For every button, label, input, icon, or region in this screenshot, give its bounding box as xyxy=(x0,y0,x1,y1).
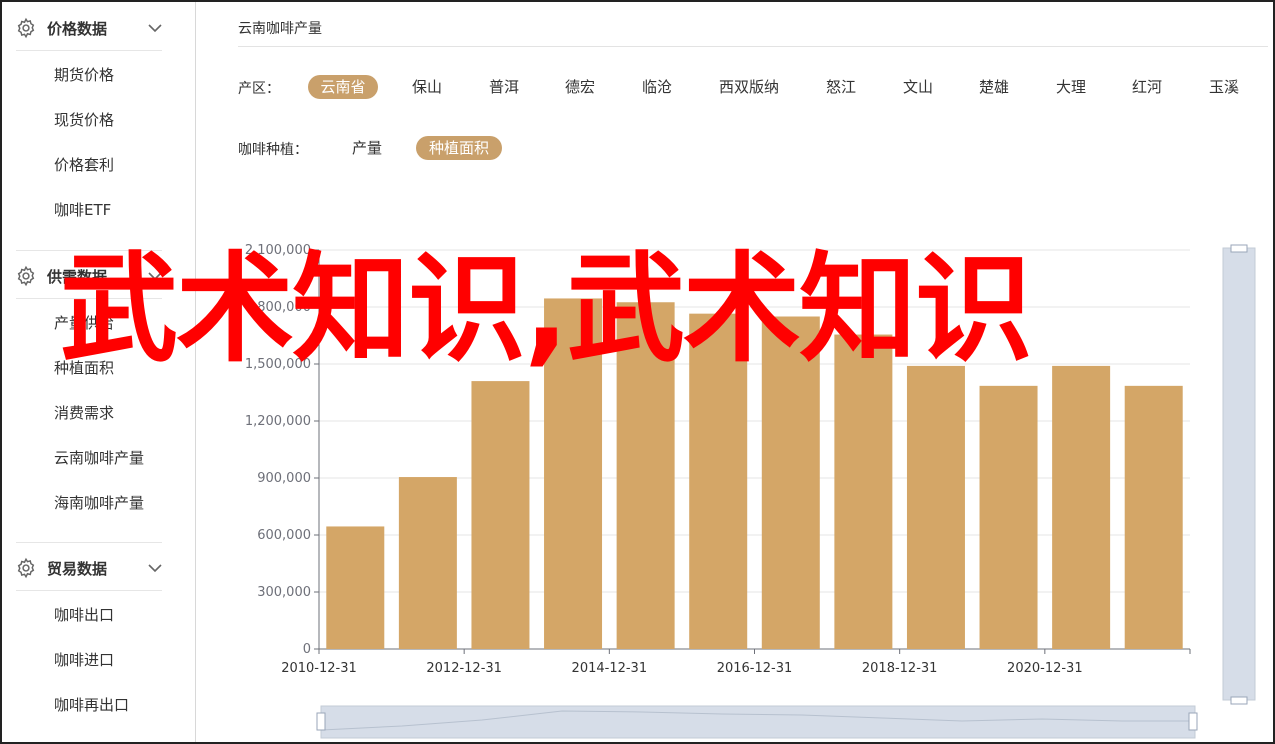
x-tick-label: 2016-12-31 xyxy=(717,661,793,676)
x-tick-label: 2018-12-31 xyxy=(862,661,938,676)
vertical-zoom-slider[interactable] xyxy=(1222,247,1256,701)
x-tick-label: 2010-12-31 xyxy=(281,661,357,676)
x-tick-label: 2012-12-31 xyxy=(426,661,502,676)
slider-handle-right[interactable] xyxy=(1188,712,1198,731)
slider-handle-top[interactable] xyxy=(1230,244,1248,253)
bar[interactable] xyxy=(326,526,385,649)
bar[interactable] xyxy=(761,316,820,650)
bar-chart: 0 300,000 600,000 900,000 1,200,000 1,500,000… xyxy=(245,243,1256,739)
y-tick-label: 1,800,000 xyxy=(245,300,311,315)
x-tick-label: 2020-12-31 xyxy=(1007,661,1083,676)
bar[interactable] xyxy=(979,385,1038,649)
y-tick-label: 0 xyxy=(303,642,311,657)
y-tick-label: 1,200,000 xyxy=(245,414,311,429)
bar[interactable] xyxy=(834,334,893,649)
y-tick-label: 600,000 xyxy=(257,528,311,543)
y-tick-label: 1,500,000 xyxy=(245,357,311,372)
bar[interactable] xyxy=(616,302,675,649)
bar[interactable] xyxy=(398,477,457,649)
bar[interactable] xyxy=(544,298,603,649)
bar[interactable] xyxy=(689,313,748,649)
x-tick-label: 2014-12-31 xyxy=(572,661,648,676)
bar[interactable] xyxy=(1124,385,1183,649)
app-window: 价格数据 期货价格 现货价格 价格套利 咖啡ETF 供需数据 产量供给 种植面积 消费需求 云南咖… xyxy=(0,0,1275,744)
bar[interactable] xyxy=(1052,365,1111,649)
bar[interactable] xyxy=(906,365,965,649)
bar[interactable] xyxy=(471,381,530,649)
y-tick-label: 300,000 xyxy=(257,585,311,600)
slider-handle-bottom[interactable] xyxy=(1230,696,1248,705)
y-tick-label: 900,000 xyxy=(257,471,311,486)
slider-handle-left[interactable] xyxy=(316,712,326,731)
y-tick-label: 2,100,000 xyxy=(245,243,311,258)
